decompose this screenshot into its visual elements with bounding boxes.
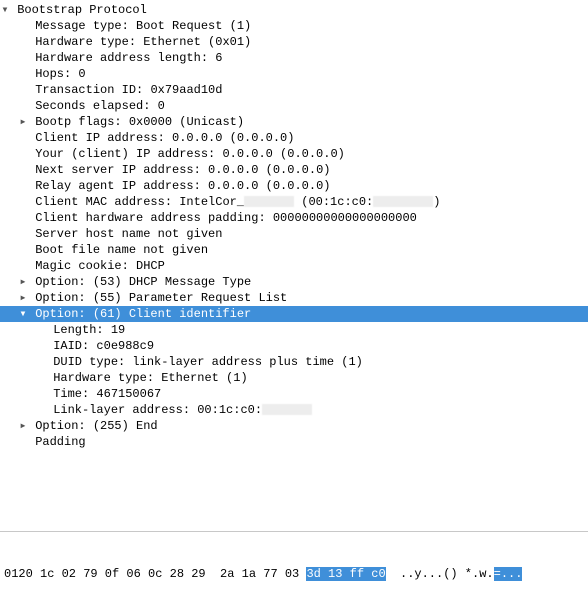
value: 0.0.0.0 (0.0.0.0)	[222, 147, 344, 161]
redacted-mac	[373, 196, 433, 207]
opt61-duid-type[interactable]: ▸ DUID type: link-layer address plus tim…	[0, 354, 588, 370]
label: Hardware address length:	[35, 51, 208, 65]
field-client-hw-padding[interactable]: ▸ Client hardware address padding: 00000…	[0, 210, 588, 226]
hex-dump-pane[interactable]: 0120 1c 02 79 0f 06 0c 28 29 2a 1a 77 03…	[0, 531, 588, 600]
field-server-host-name[interactable]: ▸ Server host name not given	[0, 226, 588, 242]
chevron-right-icon[interactable]: ▸	[18, 290, 28, 306]
chevron-right-icon[interactable]: ▸	[18, 114, 28, 130]
label: Transaction ID:	[35, 83, 143, 97]
label: Hops:	[35, 67, 71, 81]
field-hardware-type[interactable]: ▸ Hardware type: Ethernet (0x01)	[0, 34, 588, 50]
value: 0x0000 (Unicast)	[129, 115, 244, 129]
label: Bootp flags:	[35, 115, 121, 129]
label: Next server IP address:	[35, 163, 201, 177]
value: Ethernet (1)	[161, 371, 247, 385]
field-magic-cookie[interactable]: ▸ Magic cookie: DHCP	[0, 258, 588, 274]
value: )	[433, 195, 440, 209]
field-boot-file-name[interactable]: ▸ Boot file name not given	[0, 242, 588, 258]
opt61-link-layer-addr[interactable]: ▸ Link-layer address: 00:1c:c0:	[0, 402, 588, 418]
label: Seconds elapsed:	[35, 99, 150, 113]
field-relay-agent-ip[interactable]: ▸ Relay agent IP address: 0.0.0.0 (0.0.0…	[0, 178, 588, 194]
value: c0e988c9	[96, 339, 154, 353]
value: 0.0.0.0 (0.0.0.0)	[208, 163, 330, 177]
chevron-down-icon[interactable]: ▾	[0, 2, 10, 18]
label: Time:	[53, 387, 89, 401]
opt61-time[interactable]: ▸ Time: 467150067	[0, 386, 588, 402]
field-your-ip[interactable]: ▸ Your (client) IP address: 0.0.0.0 (0.0…	[0, 146, 588, 162]
value: 19	[111, 323, 125, 337]
field-transaction-id[interactable]: ▸ Transaction ID: 0x79aad10d	[0, 82, 588, 98]
value: Option: (53) DHCP Message Type	[35, 275, 251, 289]
value: 0x79aad10d	[150, 83, 222, 97]
value: IntelCor_	[179, 195, 244, 209]
value: link-layer address plus time (1)	[132, 355, 362, 369]
chevron-right-icon[interactable]: ▸	[18, 418, 28, 434]
value: 0.0.0.0 (0.0.0.0)	[172, 131, 294, 145]
value: Ethernet (0x01)	[143, 35, 251, 49]
field-next-server-ip[interactable]: ▸ Next server IP address: 0.0.0.0 (0.0.0…	[0, 162, 588, 178]
value: Padding	[35, 435, 85, 449]
value: (00:1c:c0:	[294, 195, 373, 209]
opt61-iaid[interactable]: ▸ IAID: c0e988c9	[0, 338, 588, 354]
value: DHCP	[136, 259, 165, 273]
hex-ascii: ..y...() *.w.=...	[400, 566, 584, 582]
label: Magic cookie:	[35, 259, 129, 273]
field-hops[interactable]: ▸ Hops: 0	[0, 66, 588, 82]
value: 0.0.0.0 (0.0.0.0)	[208, 179, 330, 193]
option-255[interactable]: ▸ Option: (255) End	[0, 418, 588, 434]
field-seconds-elapsed[interactable]: ▸ Seconds elapsed: 0	[0, 98, 588, 114]
label: Link-layer address:	[53, 403, 190, 417]
bootstrap-protocol-header[interactable]: ▾ Bootstrap Protocol	[0, 2, 588, 18]
label: DUID type:	[53, 355, 125, 369]
field-bootp-flags[interactable]: ▸ Bootp flags: 0x0000 (Unicast)	[0, 114, 588, 130]
field-client-mac[interactable]: ▸ Client MAC address: IntelCor_ (00:1c:c…	[0, 194, 588, 210]
field-client-ip[interactable]: ▸ Client IP address: 0.0.0.0 (0.0.0.0)	[0, 130, 588, 146]
value: 0	[78, 67, 85, 81]
label: Hardware type:	[53, 371, 154, 385]
hex-offset: 0120	[4, 566, 40, 582]
label: Relay agent IP address:	[35, 179, 201, 193]
hex-bytes: 1c 02 79 0f 06 0c 28 29 2a 1a 77 03 3d 1…	[40, 566, 400, 582]
value: 6	[215, 51, 222, 65]
label: Client MAC address:	[35, 195, 172, 209]
value: Option: (61) Client identifier	[35, 307, 251, 321]
option-61-selected[interactable]: ▾ Option: (61) Client identifier	[0, 306, 588, 322]
protocol-name: Bootstrap Protocol	[17, 3, 147, 17]
label: Hardware type:	[35, 35, 136, 49]
hex-row[interactable]: 0120 1c 02 79 0f 06 0c 28 29 2a 1a 77 03…	[4, 566, 584, 582]
label: Length:	[53, 323, 103, 337]
opt61-length[interactable]: ▸ Length: 19	[0, 322, 588, 338]
chevron-down-icon[interactable]: ▾	[18, 306, 28, 322]
label: Message type:	[35, 19, 129, 33]
value: 0	[158, 99, 165, 113]
value: Client hardware address padding: 0000000…	[35, 211, 417, 225]
field-message-type[interactable]: ▸ Message type: Boot Request (1)	[0, 18, 588, 34]
label: Client IP address:	[35, 131, 165, 145]
protocol-detail-pane[interactable]: ▾ Bootstrap Protocol ▸ Message type: Boo…	[0, 0, 588, 531]
value: 467150067	[96, 387, 161, 401]
value: Option: (55) Parameter Request List	[35, 291, 287, 305]
hex-highlight: 3d 13 ff c0	[306, 567, 385, 581]
chevron-right-icon[interactable]: ▸	[18, 274, 28, 290]
value: Option: (255) End	[35, 419, 157, 433]
label: Your (client) IP address:	[35, 147, 215, 161]
value: 00:1c:c0:	[197, 403, 262, 417]
field-hw-addr-length[interactable]: ▸ Hardware address length: 6	[0, 50, 588, 66]
value: Boot file name not given	[35, 243, 208, 257]
redacted-mac	[262, 404, 312, 415]
opt61-hw-type[interactable]: ▸ Hardware type: Ethernet (1)	[0, 370, 588, 386]
option-53[interactable]: ▸ Option: (53) DHCP Message Type	[0, 274, 588, 290]
option-55[interactable]: ▸ Option: (55) Parameter Request List	[0, 290, 588, 306]
label: IAID:	[53, 339, 89, 353]
value: Boot Request (1)	[136, 19, 251, 33]
value: Server host name not given	[35, 227, 222, 241]
redacted-mac	[244, 196, 294, 207]
padding[interactable]: ▸ Padding	[0, 434, 588, 450]
